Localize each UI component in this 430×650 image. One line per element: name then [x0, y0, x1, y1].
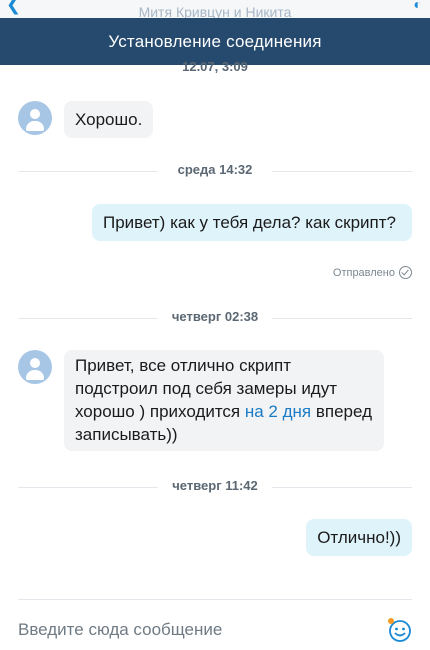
check-circle-icon — [399, 266, 412, 279]
date-separator: четверг 11:42 — [18, 478, 412, 496]
date-separator-label: среда 14:32 — [177, 162, 253, 177]
message-input[interactable]: Введите сюда сообщение — [18, 620, 222, 640]
date-separator-label: четверг 02:38 — [171, 309, 259, 324]
user-avatar-icon[interactable] — [18, 350, 52, 384]
incoming-message[interactable]: Хорошо. — [64, 101, 154, 138]
user-avatar-icon[interactable] — [18, 101, 52, 135]
connection-status-banner: Установление соединения — [0, 18, 430, 65]
message-composer[interactable]: Введите сюда сообщение — [18, 599, 412, 650]
emoji-icon[interactable] — [386, 617, 412, 643]
incoming-message[interactable]: Привет, все отлично скрипт подстроил под… — [64, 350, 384, 451]
top-navigation-bar: ❮ Митя Кривцун и Никита ◐ — [0, 0, 430, 18]
message-link[interactable]: на 2 дня — [245, 402, 311, 421]
date-separator: четверг 02:38 — [18, 309, 412, 327]
outgoing-message[interactable]: Привет) как у тебя дела? как скрипт? — [92, 204, 412, 241]
call-icon[interactable]: ◐ — [414, 0, 422, 12]
conversation-title[interactable]: Митя Кривцун и Никита — [0, 4, 430, 18]
date-separator: среда 14:32 — [18, 162, 412, 180]
sent-status: Отправлено — [333, 266, 412, 279]
date-separator-label: четверг 11:42 — [172, 478, 258, 493]
sent-status-label: Отправлено — [332, 266, 395, 279]
message-timestamp: 12.07, 3:09 — [182, 59, 248, 74]
outgoing-message[interactable]: Отлично!)) — [306, 519, 412, 556]
